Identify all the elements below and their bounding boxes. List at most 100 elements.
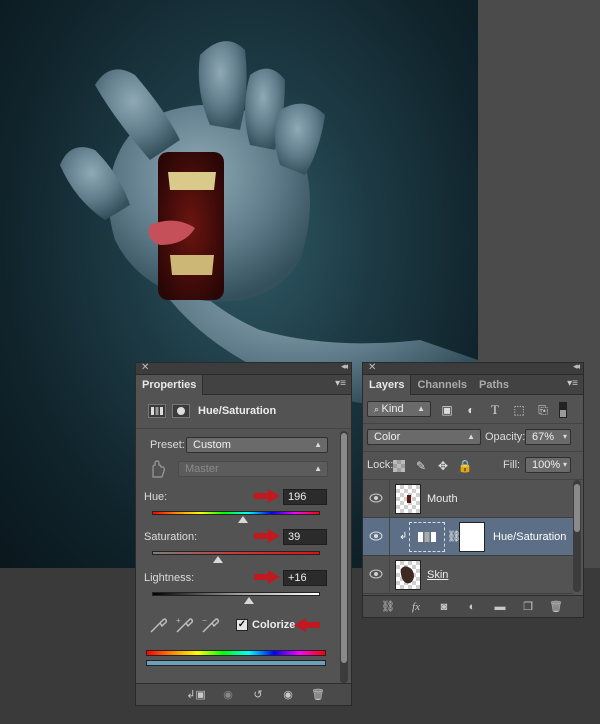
colorize-checkbox[interactable]: ✓ xyxy=(236,619,248,631)
targeted-adjustment-hand-icon[interactable] xyxy=(148,459,166,479)
properties-footer: ↲▣ ◉ ↺ ◉ 🗑 xyxy=(136,683,351,705)
reset-icon[interactable]: ↺ xyxy=(246,686,270,704)
lightness-label: Lightness: xyxy=(144,572,195,584)
new-layer-icon[interactable]: ❐ xyxy=(517,598,539,616)
chevron-updown-icon: ▲ xyxy=(314,440,322,449)
filter-shape-icon[interactable]: ⬚ xyxy=(511,402,527,418)
fill-field[interactable]: 100% ▾ xyxy=(525,457,571,473)
filter-kind-dropdown[interactable]: ⌕ Kind ▲ xyxy=(367,401,431,417)
chevron-updown-icon: ▲ xyxy=(314,464,322,473)
tab-properties[interactable]: Properties xyxy=(136,375,204,395)
close-icon[interactable]: ✕ xyxy=(368,362,376,373)
saturation-value-field[interactable]: 39 xyxy=(283,529,327,545)
layer-row-mouth[interactable]: Mouth xyxy=(363,480,573,518)
tab-layers[interactable]: Layers xyxy=(363,375,412,395)
svg-text:−: − xyxy=(202,616,207,625)
saturation-slider-track[interactable] xyxy=(152,551,320,555)
filter-toggle-switch[interactable] xyxy=(559,402,567,418)
preset-dropdown[interactable]: Custom ▲ xyxy=(186,437,328,453)
saturation-slider-thumb[interactable] xyxy=(213,556,223,563)
opacity-label: Opacity: xyxy=(485,431,526,443)
add-mask-icon[interactable]: ◙ xyxy=(433,598,455,616)
adjustment-title: Hue/Saturation xyxy=(198,405,277,417)
panel-menu-icon[interactable]: ▾≡ xyxy=(335,378,346,389)
new-adjustment-icon[interactable]: ◐ xyxy=(461,598,483,616)
collapse-icon[interactable]: ◂◂ xyxy=(573,361,580,372)
layer-name[interactable]: Mouth xyxy=(427,493,458,505)
eyedropper-add-icon[interactable]: + xyxy=(174,615,194,635)
collapse-icon[interactable]: ◂◂ xyxy=(341,361,348,372)
hue-label: Hue: xyxy=(144,491,168,503)
tab-paths[interactable]: Paths xyxy=(473,375,515,395)
link-layers-icon[interactable]: ⛓ xyxy=(377,598,399,616)
lightness-slider-thumb[interactable] xyxy=(244,597,254,604)
red-arrow-annotation-hue xyxy=(254,489,280,503)
layer-mask-icon[interactable] xyxy=(172,404,190,418)
hue-value-field[interactable]: 196 xyxy=(283,489,327,505)
lightness-slider-track[interactable] xyxy=(152,592,320,596)
visibility-eye-icon[interactable] xyxy=(369,569,383,579)
trash-icon[interactable]: 🗑 xyxy=(545,598,567,616)
layer-row-hue-saturation[interactable]: ↲ ⛓ Hue/Saturation xyxy=(363,518,573,556)
hue-slider-track[interactable] xyxy=(152,511,320,515)
eyedropper-icon[interactable] xyxy=(148,615,168,635)
visibility-eye-icon[interactable] xyxy=(369,531,383,541)
trash-icon[interactable]: 🗑 xyxy=(306,686,330,704)
layers-footer: ⛓ fx ◙ ◐ ▬ ❐ 🗑 xyxy=(363,595,583,617)
fill-label: Fill: xyxy=(503,459,521,471)
panel-menu-icon[interactable]: ▾≡ xyxy=(567,378,578,389)
layer-row-skin[interactable]: Skin xyxy=(363,556,573,594)
properties-scrollbar-thumb[interactable] xyxy=(341,433,347,663)
fx-icon[interactable]: fx xyxy=(405,598,427,616)
channel-dropdown[interactable]: Master ▲ xyxy=(178,461,328,477)
opacity-field[interactable]: 67% ▾ xyxy=(525,429,571,445)
filter-kind-value: Kind xyxy=(381,403,404,415)
layer-name[interactable]: Skin xyxy=(427,569,448,581)
chevron-down-icon: ▾ xyxy=(562,432,567,441)
layers-scrollbar[interactable] xyxy=(573,480,581,592)
filter-type-icon[interactable]: T xyxy=(487,402,503,418)
opacity-value: 67% xyxy=(532,431,555,443)
divider xyxy=(389,556,390,594)
close-icon[interactable]: ✕ xyxy=(141,362,149,373)
new-group-icon[interactable]: ▬ xyxy=(489,598,511,616)
lock-position-icon[interactable]: ✥ xyxy=(435,458,451,474)
layer-thumbnail xyxy=(395,560,421,590)
view-previous-state-icon[interactable]: ◉ xyxy=(216,686,240,704)
blend-mode-dropdown[interactable]: Color ▲ xyxy=(367,429,481,445)
filter-adjustment-icon[interactable]: ◐ xyxy=(463,402,479,418)
lock-image-pixels-icon[interactable]: ✎ xyxy=(413,458,429,474)
preset-value: Custom xyxy=(193,439,231,451)
properties-panel-titlebar[interactable]: ✕ ◂◂ xyxy=(136,361,351,375)
lock-all-icon[interactable]: 🔒 xyxy=(457,458,473,474)
filter-pixel-icon[interactable]: ▣ xyxy=(439,402,455,418)
blend-mode-value: Color xyxy=(374,431,401,443)
preset-label: Preset: xyxy=(150,439,185,451)
properties-scrollbar[interactable] xyxy=(340,431,348,683)
layer-name[interactable]: Hue/Saturation xyxy=(493,531,566,543)
adjustment-layer-icon[interactable] xyxy=(148,404,166,418)
layers-panel-titlebar[interactable]: ✕ ◂◂ xyxy=(363,361,583,375)
lock-transparent-pixels-icon[interactable] xyxy=(393,460,405,472)
layer-mask-thumbnail[interactable] xyxy=(459,522,485,552)
visibility-eye-icon[interactable] xyxy=(369,493,383,503)
clip-to-layer-icon[interactable]: ↲▣ xyxy=(184,686,208,704)
lock-fill-row: Lock: ✎ ✥ 🔒 Fill: 100% ▾ xyxy=(363,452,583,480)
svg-text:+: + xyxy=(176,616,181,625)
search-icon: ⌕ xyxy=(374,404,382,414)
tab-channels[interactable]: Channels xyxy=(411,375,473,395)
clipping-arrow-icon: ↲ xyxy=(399,531,408,542)
properties-panel: ✕ ◂◂ Properties ▾≡ Hue/Saturation Preset… xyxy=(135,361,352,706)
filter-smart-object-icon[interactable]: ⎘ xyxy=(535,402,551,418)
chevron-down-icon: ▾ xyxy=(562,460,567,469)
channel-value: Master xyxy=(185,463,219,475)
layers-scrollbar-thumb[interactable] xyxy=(574,484,580,532)
hue-slider-thumb[interactable] xyxy=(238,516,248,523)
red-arrow-annotation-saturation xyxy=(254,529,280,543)
chevron-updown-icon: ▲ xyxy=(417,404,425,413)
divider xyxy=(389,480,390,518)
lightness-value-field[interactable]: +16 xyxy=(283,570,327,586)
adjustment-header: Hue/Saturation xyxy=(136,395,351,429)
visibility-eye-icon[interactable]: ◉ xyxy=(276,686,300,704)
eyedropper-subtract-icon[interactable]: − xyxy=(200,615,220,635)
